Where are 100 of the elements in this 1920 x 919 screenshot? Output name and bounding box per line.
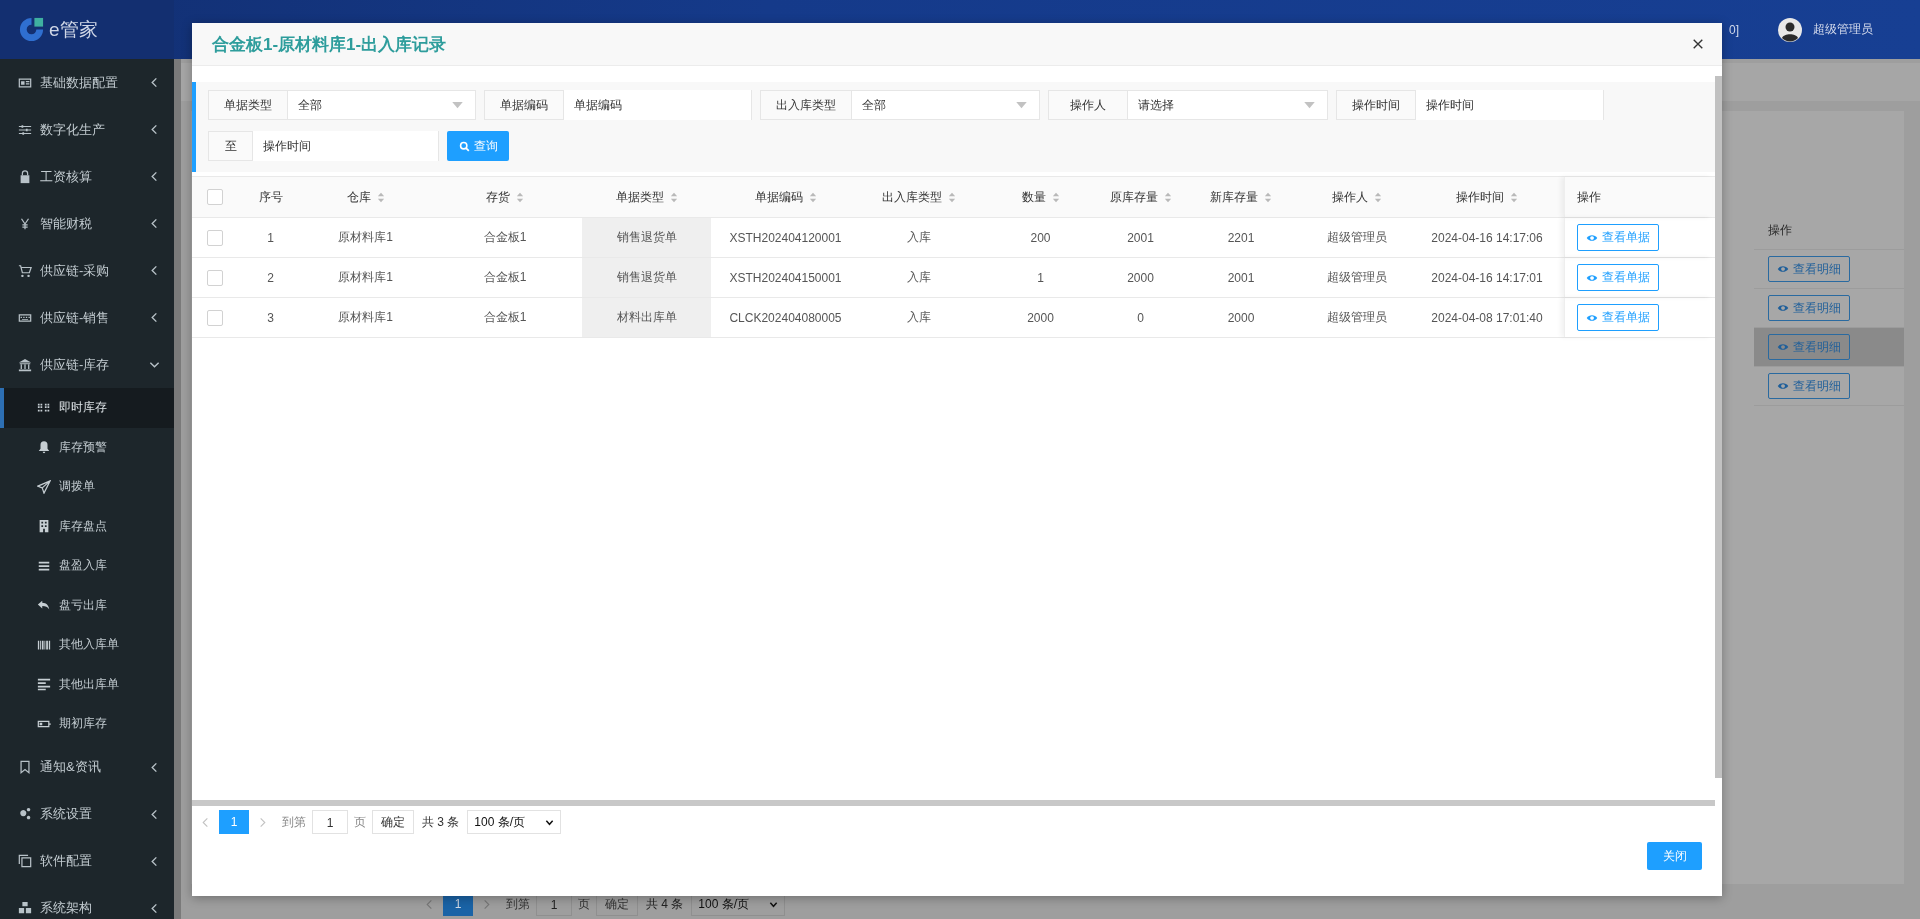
- table-cell: XSTH202404120001: [729, 230, 842, 245]
- sub-nav-item[interactable]: 即时库存: [0, 388, 174, 428]
- sort-icon[interactable]: [1374, 191, 1382, 203]
- scrollbar[interactable]: [174, 59, 181, 919]
- table-cell: 200: [1030, 230, 1051, 245]
- header-text: 0]: [1729, 22, 1739, 37]
- table-cell: 2000: [1127, 270, 1154, 285]
- column-header: 原库存量: [1109, 188, 1158, 206]
- scrollbar[interactable]: [1715, 76, 1722, 778]
- nav-item[interactable]: 智能财税: [0, 200, 174, 247]
- page-size-select[interactable]: 100 条/页: [467, 810, 562, 834]
- sub-nav-item[interactable]: 盘亏出库: [0, 585, 174, 625]
- nav-item[interactable]: 系统架构: [0, 884, 174, 919]
- table-cell: 0: [1137, 310, 1144, 325]
- table-cell: 入库: [907, 309, 931, 326]
- sort-icon[interactable]: [1264, 191, 1272, 203]
- nav-item[interactable]: 供应链-采购: [0, 247, 174, 294]
- cubes-icon: [18, 901, 32, 915]
- sub-nav-item[interactable]: 盘盈入库: [0, 546, 174, 586]
- column-header: 仓库: [346, 188, 371, 206]
- table-cell: 超级管理员: [1327, 229, 1387, 246]
- total-count: 共 3 条: [422, 813, 460, 831]
- dialog-title: 合金板1-原材料库1-出入库记录: [212, 33, 447, 56]
- table-cell: 材料出库单: [616, 309, 677, 326]
- column-header: 操作人: [1332, 188, 1368, 206]
- table-cell: 2201: [1227, 230, 1255, 245]
- logo-icon: [18, 16, 45, 43]
- sub-nav-item[interactable]: 期初库存: [0, 704, 174, 744]
- checkbox[interactable]: [207, 229, 223, 246]
- scrollbar[interactable]: [192, 800, 1715, 806]
- sort-icon[interactable]: [376, 191, 385, 203]
- sort-icon[interactable]: [1163, 191, 1172, 203]
- table-cell: 2024-04-16 14:17:01: [1431, 270, 1543, 285]
- nav-item[interactable]: 数字化生产: [0, 106, 174, 153]
- table-cell: CLCK202404080005: [729, 310, 842, 325]
- table-cell: 超级管理员: [1327, 309, 1387, 326]
- nav-item[interactable]: 基础数据配置: [0, 59, 174, 106]
- nav-item[interactable]: 系统设置: [0, 790, 174, 838]
- filter-select[interactable]: 操作人 请选择: [1048, 90, 1328, 120]
- table-cell: 入库: [907, 229, 931, 246]
- filter-field[interactable]: 单据编码 单据编码: [484, 90, 752, 120]
- filter-field[interactable]: 至 操作时间: [208, 131, 439, 161]
- avatar-icon[interactable]: [1777, 16, 1803, 43]
- sort-icon[interactable]: [669, 191, 678, 203]
- nav-item[interactable]: 工资核算: [0, 153, 174, 200]
- eye-icon: [1777, 302, 1789, 314]
- sub-nav-item[interactable]: 调拨单: [0, 467, 174, 507]
- app-logo-text: e管家: [49, 17, 98, 42]
- table-cell: 合金板1: [483, 229, 527, 246]
- sort-icon[interactable]: [948, 191, 956, 203]
- bell-icon: [37, 440, 51, 455]
- table-cell: 销售退货单: [616, 229, 677, 246]
- user-name[interactable]: 超级管理员: [1813, 21, 1873, 38]
- column-header: 数量: [1021, 188, 1046, 206]
- eye-icon: [1777, 380, 1789, 392]
- sub-nav-item[interactable]: 其他出库单: [0, 664, 174, 704]
- sub-nav-item[interactable]: 库存预警: [0, 427, 174, 467]
- table-cell: 2001: [1227, 270, 1255, 285]
- table-cell: 合金板1: [483, 309, 527, 326]
- filter-select[interactable]: 单据类型 全部: [208, 90, 476, 120]
- sub-nav-item[interactable]: 其他入库单: [0, 625, 174, 665]
- table-cell: XSTH202404150001: [729, 270, 842, 285]
- table-cell: 2024-04-16 14:17:06: [1431, 230, 1543, 245]
- column-header: 序号: [258, 188, 283, 206]
- close-icon[interactable]: [1692, 38, 1704, 50]
- filter-select[interactable]: 出入库类型 全部: [760, 90, 1040, 120]
- sort-icon[interactable]: [1051, 191, 1060, 203]
- confirm-button[interactable]: 确定: [372, 810, 414, 834]
- table-cell: 销售退货单: [616, 269, 677, 286]
- table-cell: 入库: [907, 269, 931, 286]
- filter-field[interactable]: 操作时间 操作时间: [1336, 90, 1604, 120]
- checkbox[interactable]: [207, 309, 223, 326]
- copy-icon: [18, 854, 32, 868]
- checkbox[interactable]: [207, 269, 223, 286]
- sort-icon[interactable]: [516, 191, 524, 203]
- table-cell: 超级管理员: [1327, 269, 1387, 286]
- paper-plane-icon: [37, 479, 51, 494]
- page-input[interactable]: 1: [312, 810, 348, 834]
- table-header-cell: 操作: [1754, 211, 1904, 250]
- checkbox[interactable]: [207, 189, 223, 205]
- table-cell: 2001: [1127, 230, 1154, 245]
- column-header: 操作时间: [1456, 188, 1504, 206]
- page-unit: 页: [354, 813, 366, 831]
- bank-icon: [18, 357, 32, 372]
- bookmark-icon: [18, 760, 32, 774]
- table-cell: 2024-04-08 17:01:40: [1431, 310, 1543, 325]
- nav-item[interactable]: 软件配置: [0, 837, 174, 885]
- nav-item[interactable]: 通知&资讯: [0, 743, 174, 791]
- table-cell: 原材料库1: [338, 309, 393, 326]
- goto-label: 到第: [282, 813, 306, 831]
- sort-icon[interactable]: [1510, 191, 1518, 203]
- sub-nav-item[interactable]: 库存盘点: [0, 506, 174, 546]
- align-left-icon: [37, 677, 51, 692]
- table-cell: 3: [267, 310, 274, 325]
- eye-icon: [1777, 341, 1789, 353]
- nav-item[interactable]: 供应链-库存: [0, 341, 174, 388]
- nav-item[interactable]: 供应链-销售: [0, 294, 174, 341]
- sort-icon[interactable]: [808, 191, 817, 203]
- cart-icon: [18, 263, 32, 278]
- column-header: 单据类型: [615, 188, 664, 206]
